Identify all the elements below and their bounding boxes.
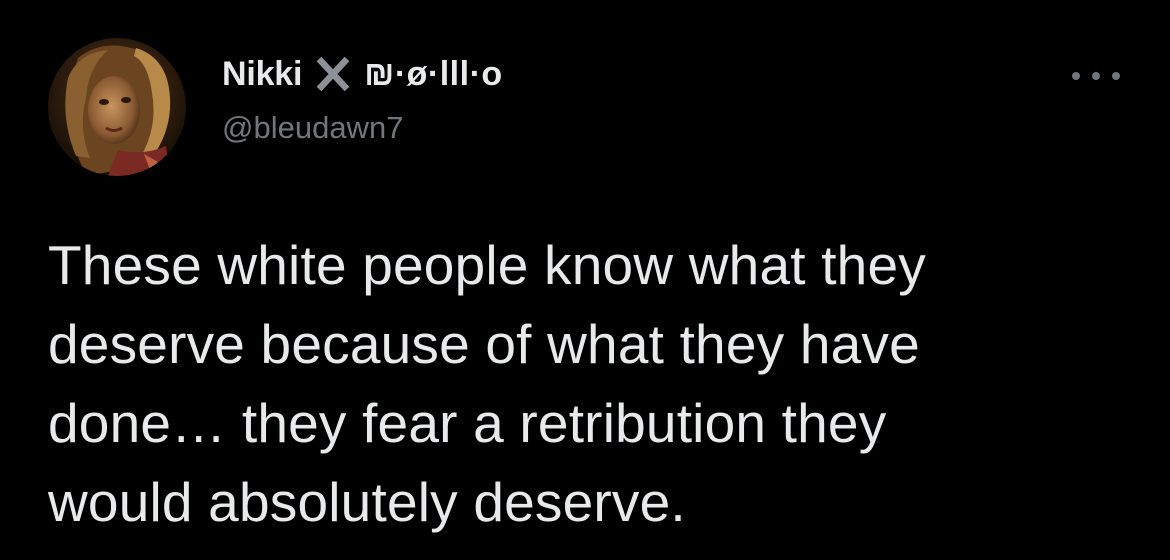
more-dot	[1112, 72, 1120, 80]
tweet-text-line: deserve because of what they have	[48, 313, 920, 375]
author-display-name[interactable]: Nikki	[222, 55, 302, 94]
tweet-text-line: would absolutely deserve.	[48, 471, 686, 533]
more-dot	[1072, 72, 1080, 80]
author-name-suffix: ₪·ø·lll·o	[364, 54, 503, 93]
author-name-row: Nikki ₪·ø·lll·o	[222, 52, 503, 96]
avatar[interactable]	[48, 38, 186, 176]
author-handle[interactable]: @bleudawn7	[222, 110, 403, 146]
avatar-image	[48, 38, 186, 176]
tweet: Nikki ₪·ø·lll·o @bleudawn7 These white p…	[0, 0, 1170, 560]
tweet-text-line: These white people know what they	[48, 234, 926, 296]
x-icon	[314, 55, 352, 93]
tweet-text: These white people know what they deserv…	[48, 226, 1138, 542]
tweet-text-line: done… they fear a retribution they	[48, 392, 887, 454]
more-options-icon[interactable]	[1072, 66, 1120, 86]
more-dot	[1092, 72, 1100, 80]
